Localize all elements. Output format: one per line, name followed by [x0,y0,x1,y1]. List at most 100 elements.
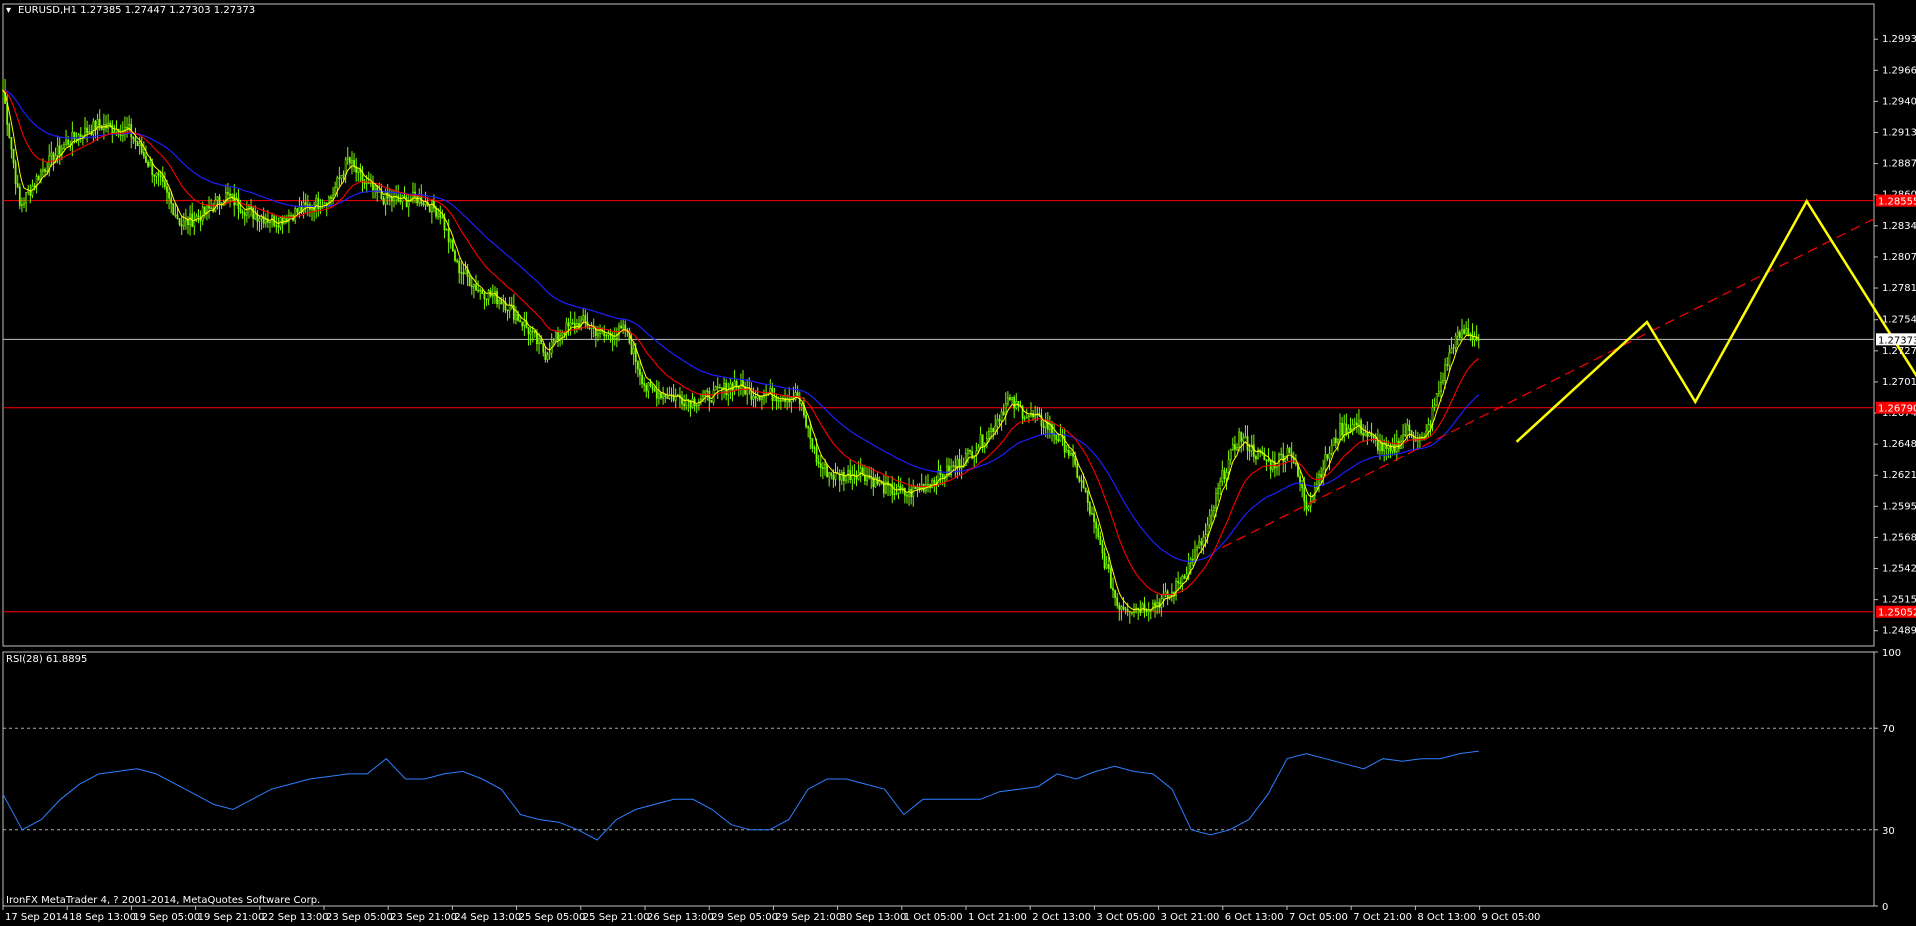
candle-body [134,138,137,142]
forecast-zigzag-line[interactable] [1515,198,1916,606]
candle-body [119,134,122,136]
candle-body [735,380,738,387]
candle-body [277,225,280,228]
trend-line[interactable] [1222,218,1875,548]
candle-body [1379,442,1381,451]
candle-body [990,428,992,432]
candle-body [554,332,557,342]
candle-body [538,338,540,344]
candle-body [210,207,213,210]
candle-body [437,212,440,217]
candle-body [319,207,322,210]
candle-body [46,170,49,172]
candle-body [241,211,244,214]
candle-body [922,484,925,492]
trend-line-dashed[interactable] [1222,218,1875,548]
price-tick-label: 1.27540 [1882,315,1916,326]
candle-body [231,194,234,197]
time-tick-label: 25 Sep 21:00 [583,912,650,923]
candle-body [441,216,444,219]
candle-body [546,354,549,360]
candle-body [372,182,374,191]
candle-body [1122,606,1125,610]
candle-body [1477,339,1480,341]
candle-body [859,467,862,473]
time-tick-label: 25 Sep 05:00 [519,912,586,923]
time-tick-label: 7 Oct 05:00 [1289,912,1348,923]
candle-body [342,174,345,176]
horizontal-levels[interactable] [3,200,1874,613]
candle-body [1402,434,1404,442]
candle-body [1013,397,1016,409]
chart-canvas[interactable]: 1.299301.296651.294001.291351.288701.286… [0,0,1916,926]
candle-body [58,145,61,155]
candle-body [1133,611,1135,613]
chart-window[interactable]: 1.299301.296651.294001.291351.288701.286… [0,0,1916,926]
time-tick-label: 22 Sep 13:00 [262,912,329,923]
candle-body [1362,432,1365,436]
price-axis[interactable]: 1.299301.296651.294001.291351.288701.286… [1874,34,1916,913]
candle-body [832,474,835,480]
candle-body [208,205,210,209]
time-tick-label: 19 Sep 05:00 [133,912,200,923]
candle-body [826,464,828,477]
candle-body [988,431,990,439]
price-panel-border [2,3,1875,647]
candle-body [660,392,662,399]
copyright: IronFX MetaTrader 4, ? 2001-2014, MetaQu… [6,895,320,906]
candle-body [969,449,971,452]
candle-body [582,315,585,321]
candle-body [1215,493,1217,509]
candle-body [1427,424,1430,432]
candle-body [168,192,170,199]
candle-body [145,155,147,163]
candle-body [136,141,139,147]
candle-body [653,388,656,392]
candle-body [8,124,11,138]
candle-body [994,425,997,433]
price-tick-label: 1.28870 [1882,159,1916,170]
candle-body [1057,439,1060,442]
candle-body [632,347,635,355]
candle-body [473,284,475,288]
time-tick-label: 3 Oct 05:00 [1096,912,1155,923]
chart-menu-icon[interactable]: ▾ [6,5,11,16]
candle-body [1225,472,1228,480]
candle-body [1072,452,1074,457]
candle-body [1065,449,1068,453]
time-axis[interactable]: 17 Sep 2014 18 Sep 13:0019 Sep 05:0019 Se… [2,906,1540,923]
candle-body [1194,549,1196,563]
candle-body [1112,587,1114,591]
candle-body [33,185,36,188]
candle-body [1442,380,1444,383]
candle-body [529,331,532,335]
candle-body [407,201,410,207]
candle-body [159,174,162,178]
candle-body [1303,487,1306,502]
candle-body [1332,437,1335,446]
candle-body [1027,415,1030,418]
candle-body [1353,422,1356,425]
candle-body [733,380,736,391]
candle-body [182,220,185,227]
candle-body [1204,534,1207,538]
candle-body [1231,444,1234,451]
candle-body [1103,552,1106,569]
candle-body [1366,432,1369,437]
candle-body [1337,439,1339,444]
candle-body [527,327,530,335]
candle-body [611,335,614,340]
candle-body [708,391,711,401]
candle-body [1280,453,1283,456]
candle-body [1076,464,1079,478]
candle-body [1435,393,1438,406]
candle-body [508,304,511,312]
candle-body [1244,436,1247,439]
candle-body [824,464,826,470]
candle-body [353,159,355,167]
candle-body [1120,606,1123,610]
candle-body [649,382,652,387]
candle-body [752,396,755,400]
forecast-zigzag[interactable] [1515,198,1916,606]
candle-body [462,272,465,275]
